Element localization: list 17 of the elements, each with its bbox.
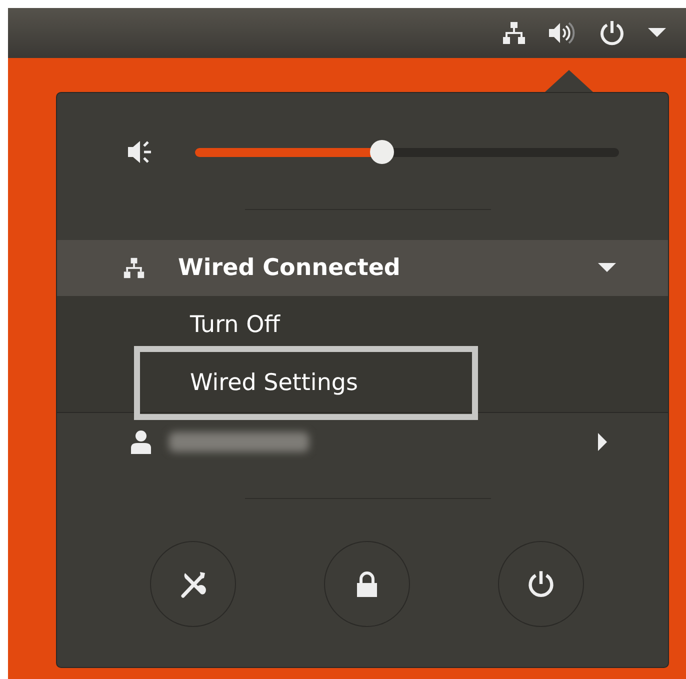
network-status-label: Wired Connected [178, 255, 402, 281]
lock-icon [354, 570, 380, 598]
caret-icon [598, 263, 616, 273]
user-icon [131, 430, 151, 454]
speaker-icon[interactable] [548, 21, 576, 45]
menu-item[interactable]: Wired Settings [190, 370, 358, 396]
caret-icon[interactable] [598, 433, 608, 451]
volume-slider[interactable] [195, 140, 619, 164]
slider-thumb[interactable] [370, 140, 394, 164]
wrench-screwdriver-icon [178, 569, 208, 599]
network-icon [123, 257, 145, 279]
power-icon [526, 569, 556, 599]
menu-item[interactable]: Turn Off [190, 312, 280, 338]
power-icon[interactable] [598, 19, 626, 47]
network-menu-item[interactable]: Wired Connected [57, 240, 668, 296]
caret-icon[interactable] [648, 28, 666, 38]
network-icon[interactable] [502, 21, 526, 45]
